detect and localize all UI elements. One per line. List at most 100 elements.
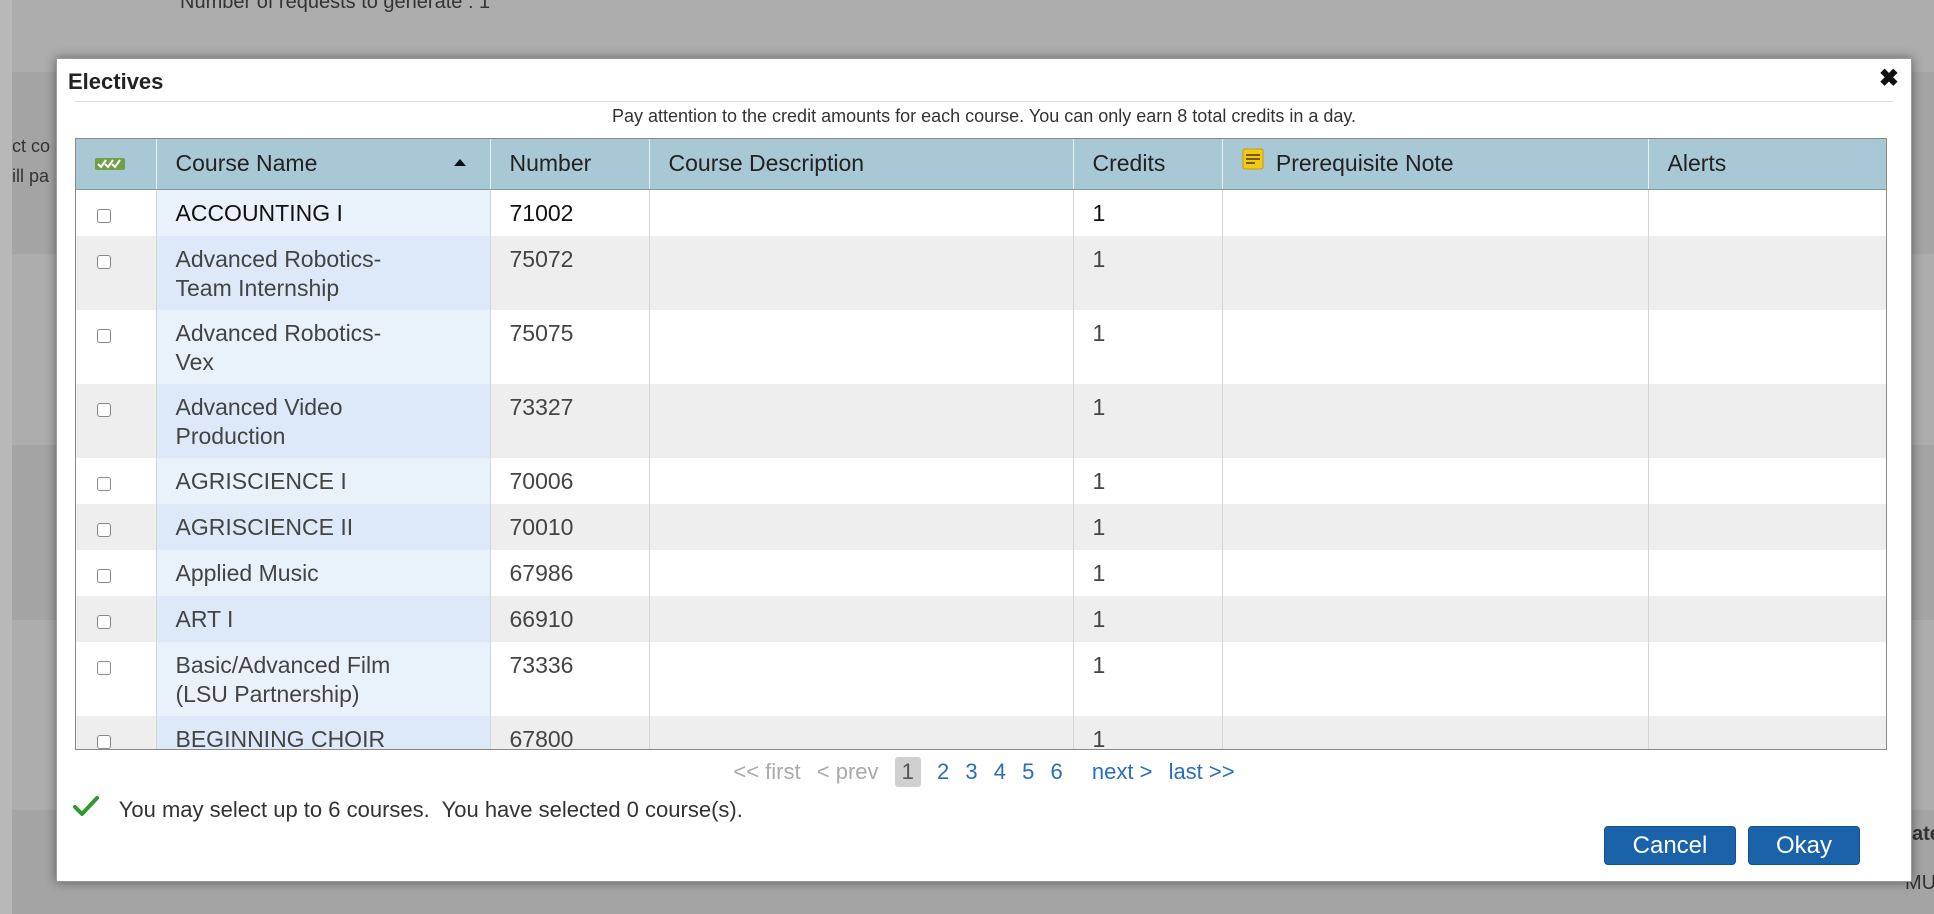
row-checkbox[interactable] — [97, 254, 111, 269]
pager-first: << first — [733, 759, 801, 784]
dialog-title: Electives — [68, 69, 164, 94]
column-header-alerts[interactable]: Alerts — [1648, 139, 1886, 190]
cell-name: AGRISCIENCE II — [156, 503, 491, 550]
cell-alerts — [1648, 641, 1886, 716]
cell-number: 73336 — [490, 641, 650, 716]
table-row[interactable]: AGRISCIENCE II 70010 1 — [76, 503, 1886, 550]
row-checkbox[interactable] — [97, 614, 111, 629]
column-header-label: Alerts — [1667, 150, 1727, 177]
cell-name: Advanced Robotics- Vex — [156, 309, 491, 384]
pager-page-6[interactable]: 6 — [1051, 759, 1063, 785]
cell-description — [649, 641, 1074, 716]
table-row[interactable]: Advanced Video Production 73327 1 — [76, 383, 1886, 458]
electives-dialog: Electives ✖ Pay attention to the credit … — [56, 58, 1912, 882]
cell-description — [649, 595, 1074, 642]
table-row[interactable]: ART I 66910 1 — [76, 595, 1886, 642]
cell-credits: 1 — [1073, 189, 1223, 236]
cancel-button[interactable]: Cancel — [1604, 826, 1736, 865]
cell-credits: 1 — [1073, 503, 1223, 550]
column-header-course-name[interactable]: Course Name — [156, 139, 491, 190]
cell-number: 70010 — [490, 503, 650, 550]
row-checkbox[interactable] — [97, 476, 111, 491]
close-icon[interactable]: ✖ — [1879, 67, 1899, 91]
note-icon — [1242, 148, 1264, 176]
cell-credits: 1 — [1073, 309, 1223, 384]
row-select-cell — [76, 309, 157, 384]
cell-number: 66910 — [490, 595, 650, 642]
select-all-header[interactable] — [76, 139, 157, 190]
pager-last[interactable]: last >> — [1169, 759, 1235, 785]
pagination: << first < prev 1 2 3 4 5 6 next > last … — [57, 757, 1911, 787]
cell-credits: 1 — [1073, 383, 1223, 458]
row-select-cell — [76, 235, 157, 310]
cell-name: Basic/Advanced Film (LSU Partnership) — [156, 641, 491, 716]
column-header-label: Prerequisite Note — [1275, 150, 1454, 177]
header-divider — [75, 101, 1893, 102]
table-row[interactable]: Advanced Robotics- Vex 75075 1 — [76, 309, 1886, 384]
column-header-label: Credits — [1092, 150, 1166, 177]
column-header-prerequisite-note[interactable]: Prerequisite Note — [1222, 139, 1649, 190]
row-select-cell — [76, 715, 157, 749]
cell-prereq — [1222, 309, 1649, 384]
table-body: ACCOUNTING I 71002 1 Advanced Robotics- Tea… — [76, 189, 1886, 749]
column-header-credits[interactable]: Credits — [1073, 139, 1223, 190]
row-select-cell — [76, 641, 157, 716]
cell-alerts — [1648, 715, 1886, 749]
cell-number: 70006 — [490, 457, 650, 504]
table-header-row: Course Name Number Course Description Cr… — [76, 139, 1886, 190]
row-checkbox[interactable] — [97, 208, 111, 223]
cell-prereq — [1222, 235, 1649, 310]
selection-status-text: You may select up to 6 courses. You have… — [118, 797, 743, 822]
table-row[interactable]: AGRISCIENCE I 70006 1 — [76, 457, 1886, 504]
pager-page-2[interactable]: 2 — [937, 759, 949, 785]
table-row[interactable]: Advanced Robotics- Team Internship 75072 1 — [76, 235, 1886, 310]
row-checkbox[interactable] — [97, 522, 111, 537]
table-row[interactable]: Applied Music 67986 1 — [76, 549, 1886, 596]
row-select-cell — [76, 383, 157, 458]
cell-name: Advanced Robotics- Team Internship — [156, 235, 491, 310]
background-left-text: ct co — [12, 136, 51, 156]
pager-prev: < prev — [816, 759, 879, 784]
cell-prereq — [1222, 189, 1649, 236]
selection-status: You may select up to 6 courses. You have… — [73, 796, 743, 823]
cell-prereq — [1222, 715, 1649, 749]
row-select-cell — [76, 549, 157, 596]
column-header-description[interactable]: Course Description — [649, 139, 1074, 190]
cell-number: 67800 — [490, 715, 650, 749]
row-checkbox[interactable] — [97, 734, 111, 749]
pager-page-3[interactable]: 3 — [965, 759, 977, 785]
row-checkbox[interactable] — [97, 568, 111, 583]
table-row[interactable]: ACCOUNTING I 71002 1 — [76, 189, 1886, 236]
cell-alerts — [1648, 503, 1886, 550]
pager-page-5[interactable]: 5 — [1022, 759, 1034, 785]
background-requests-text: Number of requests to generate : 1 — [180, 0, 491, 13]
cell-alerts — [1648, 309, 1886, 384]
table-row[interactable]: BEGINNING CHOIR 67800 1 — [76, 715, 1886, 749]
pager-next[interactable]: next > — [1092, 759, 1153, 785]
row-select-cell — [76, 503, 157, 550]
row-checkbox[interactable] — [97, 660, 111, 675]
cell-prereq — [1222, 549, 1649, 596]
courses-table: Course Name Number Course Description Cr… — [75, 138, 1887, 750]
dialog-header: Electives ✖ — [57, 59, 1911, 101]
cell-credits: 1 — [1073, 549, 1223, 596]
row-select-cell — [76, 189, 157, 236]
row-checkbox[interactable] — [97, 328, 111, 343]
check-all-icon[interactable] — [95, 150, 125, 177]
table-row[interactable]: Basic/Advanced Film (LSU Partnership) 733… — [76, 641, 1886, 716]
cell-name: Advanced Video Production — [156, 383, 491, 458]
okay-button[interactable]: Okay — [1748, 826, 1860, 865]
cell-number: 75075 — [490, 309, 650, 384]
cell-prereq — [1222, 457, 1649, 504]
background-right-text: ate — [1912, 823, 1934, 845]
row-select-cell — [76, 457, 157, 504]
cell-prereq — [1222, 641, 1649, 716]
row-checkbox[interactable] — [97, 402, 111, 417]
pager-page-4[interactable]: 4 — [994, 759, 1006, 785]
cell-description — [649, 235, 1074, 310]
cell-alerts — [1648, 189, 1886, 236]
column-header-number[interactable]: Number — [490, 139, 650, 190]
cell-credits: 1 — [1073, 595, 1223, 642]
cell-number: 67986 — [490, 549, 650, 596]
cell-description — [649, 383, 1074, 458]
